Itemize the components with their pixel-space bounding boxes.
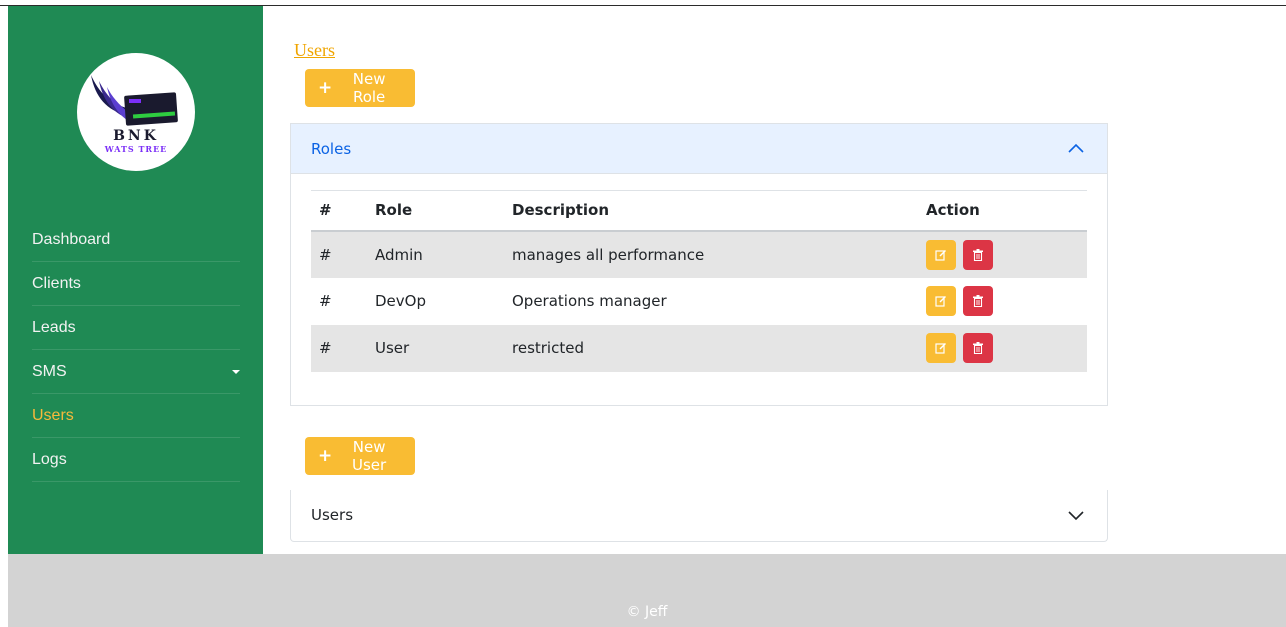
new-user-button[interactable]: + New User	[305, 437, 415, 475]
row-number: #	[319, 339, 332, 357]
footer: © Jeff	[8, 554, 1286, 627]
users-accordion-title: Users	[311, 506, 354, 524]
edit-icon	[935, 296, 946, 307]
chevron-up-icon	[1068, 143, 1084, 153]
row-role: User	[375, 339, 410, 357]
table-row: # Admin manages all performance	[311, 230, 1087, 278]
roles-accordion-header[interactable]: Roles	[291, 124, 1107, 174]
roles-table: # Role Description Action # Admin manage…	[311, 190, 1087, 372]
caret-down-icon	[232, 370, 240, 374]
delete-button[interactable]	[962, 333, 993, 363]
row-role: Admin	[375, 245, 423, 264]
sidebar: BNK WATS TREE Dashboard Clients Leads SM…	[8, 6, 263, 554]
sidebar-item-leads[interactable]: Leads	[32, 306, 240, 350]
table-row: # User restricted	[311, 324, 1087, 372]
sidebar-item-users[interactable]: Users	[32, 394, 240, 438]
edit-button[interactable]	[926, 333, 956, 363]
sidebar-item-sms[interactable]: SMS	[32, 350, 240, 394]
edit-icon	[935, 343, 946, 354]
trash-icon	[972, 295, 983, 307]
row-description: restricted	[512, 339, 584, 357]
trash-icon	[972, 342, 983, 354]
new-role-label: New Role	[352, 70, 386, 106]
delete-button[interactable]	[962, 239, 993, 270]
edit-button[interactable]	[926, 286, 956, 316]
sidebar-item-dashboard[interactable]: Dashboard	[32, 218, 240, 262]
sidebar-item-clients[interactable]: Clients	[32, 262, 240, 306]
roles-accordion: Roles # Role Description Action # Admin …	[290, 123, 1108, 406]
edit-icon	[935, 249, 946, 261]
row-actions	[918, 325, 1087, 372]
column-header-description: Description	[512, 201, 610, 220]
breadcrumb-users-link[interactable]: Users	[294, 40, 335, 61]
logo: BNK WATS TREE	[77, 53, 195, 171]
table-header-row: # Role Description Action	[311, 190, 1087, 231]
delete-button[interactable]	[962, 286, 993, 316]
users-accordion-header[interactable]: Users	[291, 490, 1107, 540]
logo-subtext: WATS TREE	[104, 144, 168, 154]
new-user-label: New User	[352, 438, 387, 474]
row-actions	[918, 278, 1087, 325]
edit-button[interactable]	[926, 239, 956, 270]
chevron-down-icon	[1068, 511, 1084, 521]
column-header-number: #	[319, 201, 332, 220]
trash-icon	[972, 248, 983, 261]
footer-copyright: © Jeff	[626, 604, 668, 620]
row-role: DevOp	[375, 292, 426, 310]
plus-icon: +	[318, 446, 333, 466]
users-accordion: Users	[290, 490, 1108, 542]
column-header-action: Action	[926, 201, 980, 220]
row-number: #	[319, 292, 332, 310]
logo-text: BNK	[113, 128, 159, 144]
row-number: #	[319, 245, 332, 264]
column-header-role: Role	[375, 201, 413, 220]
roles-accordion-title: Roles	[311, 139, 352, 158]
new-role-button[interactable]: + New Role	[305, 69, 415, 107]
row-description: Operations manager	[512, 292, 667, 310]
sidebar-item-label: SMS	[32, 362, 67, 380]
sidebar-nav: Dashboard Clients Leads SMS Users Logs	[32, 218, 240, 482]
row-actions	[918, 231, 1087, 278]
plus-icon: +	[318, 78, 333, 98]
table-row: # DevOp Operations manager	[311, 278, 1087, 325]
row-description: manages all performance	[512, 245, 705, 264]
sidebar-item-logs[interactable]: Logs	[32, 438, 240, 482]
